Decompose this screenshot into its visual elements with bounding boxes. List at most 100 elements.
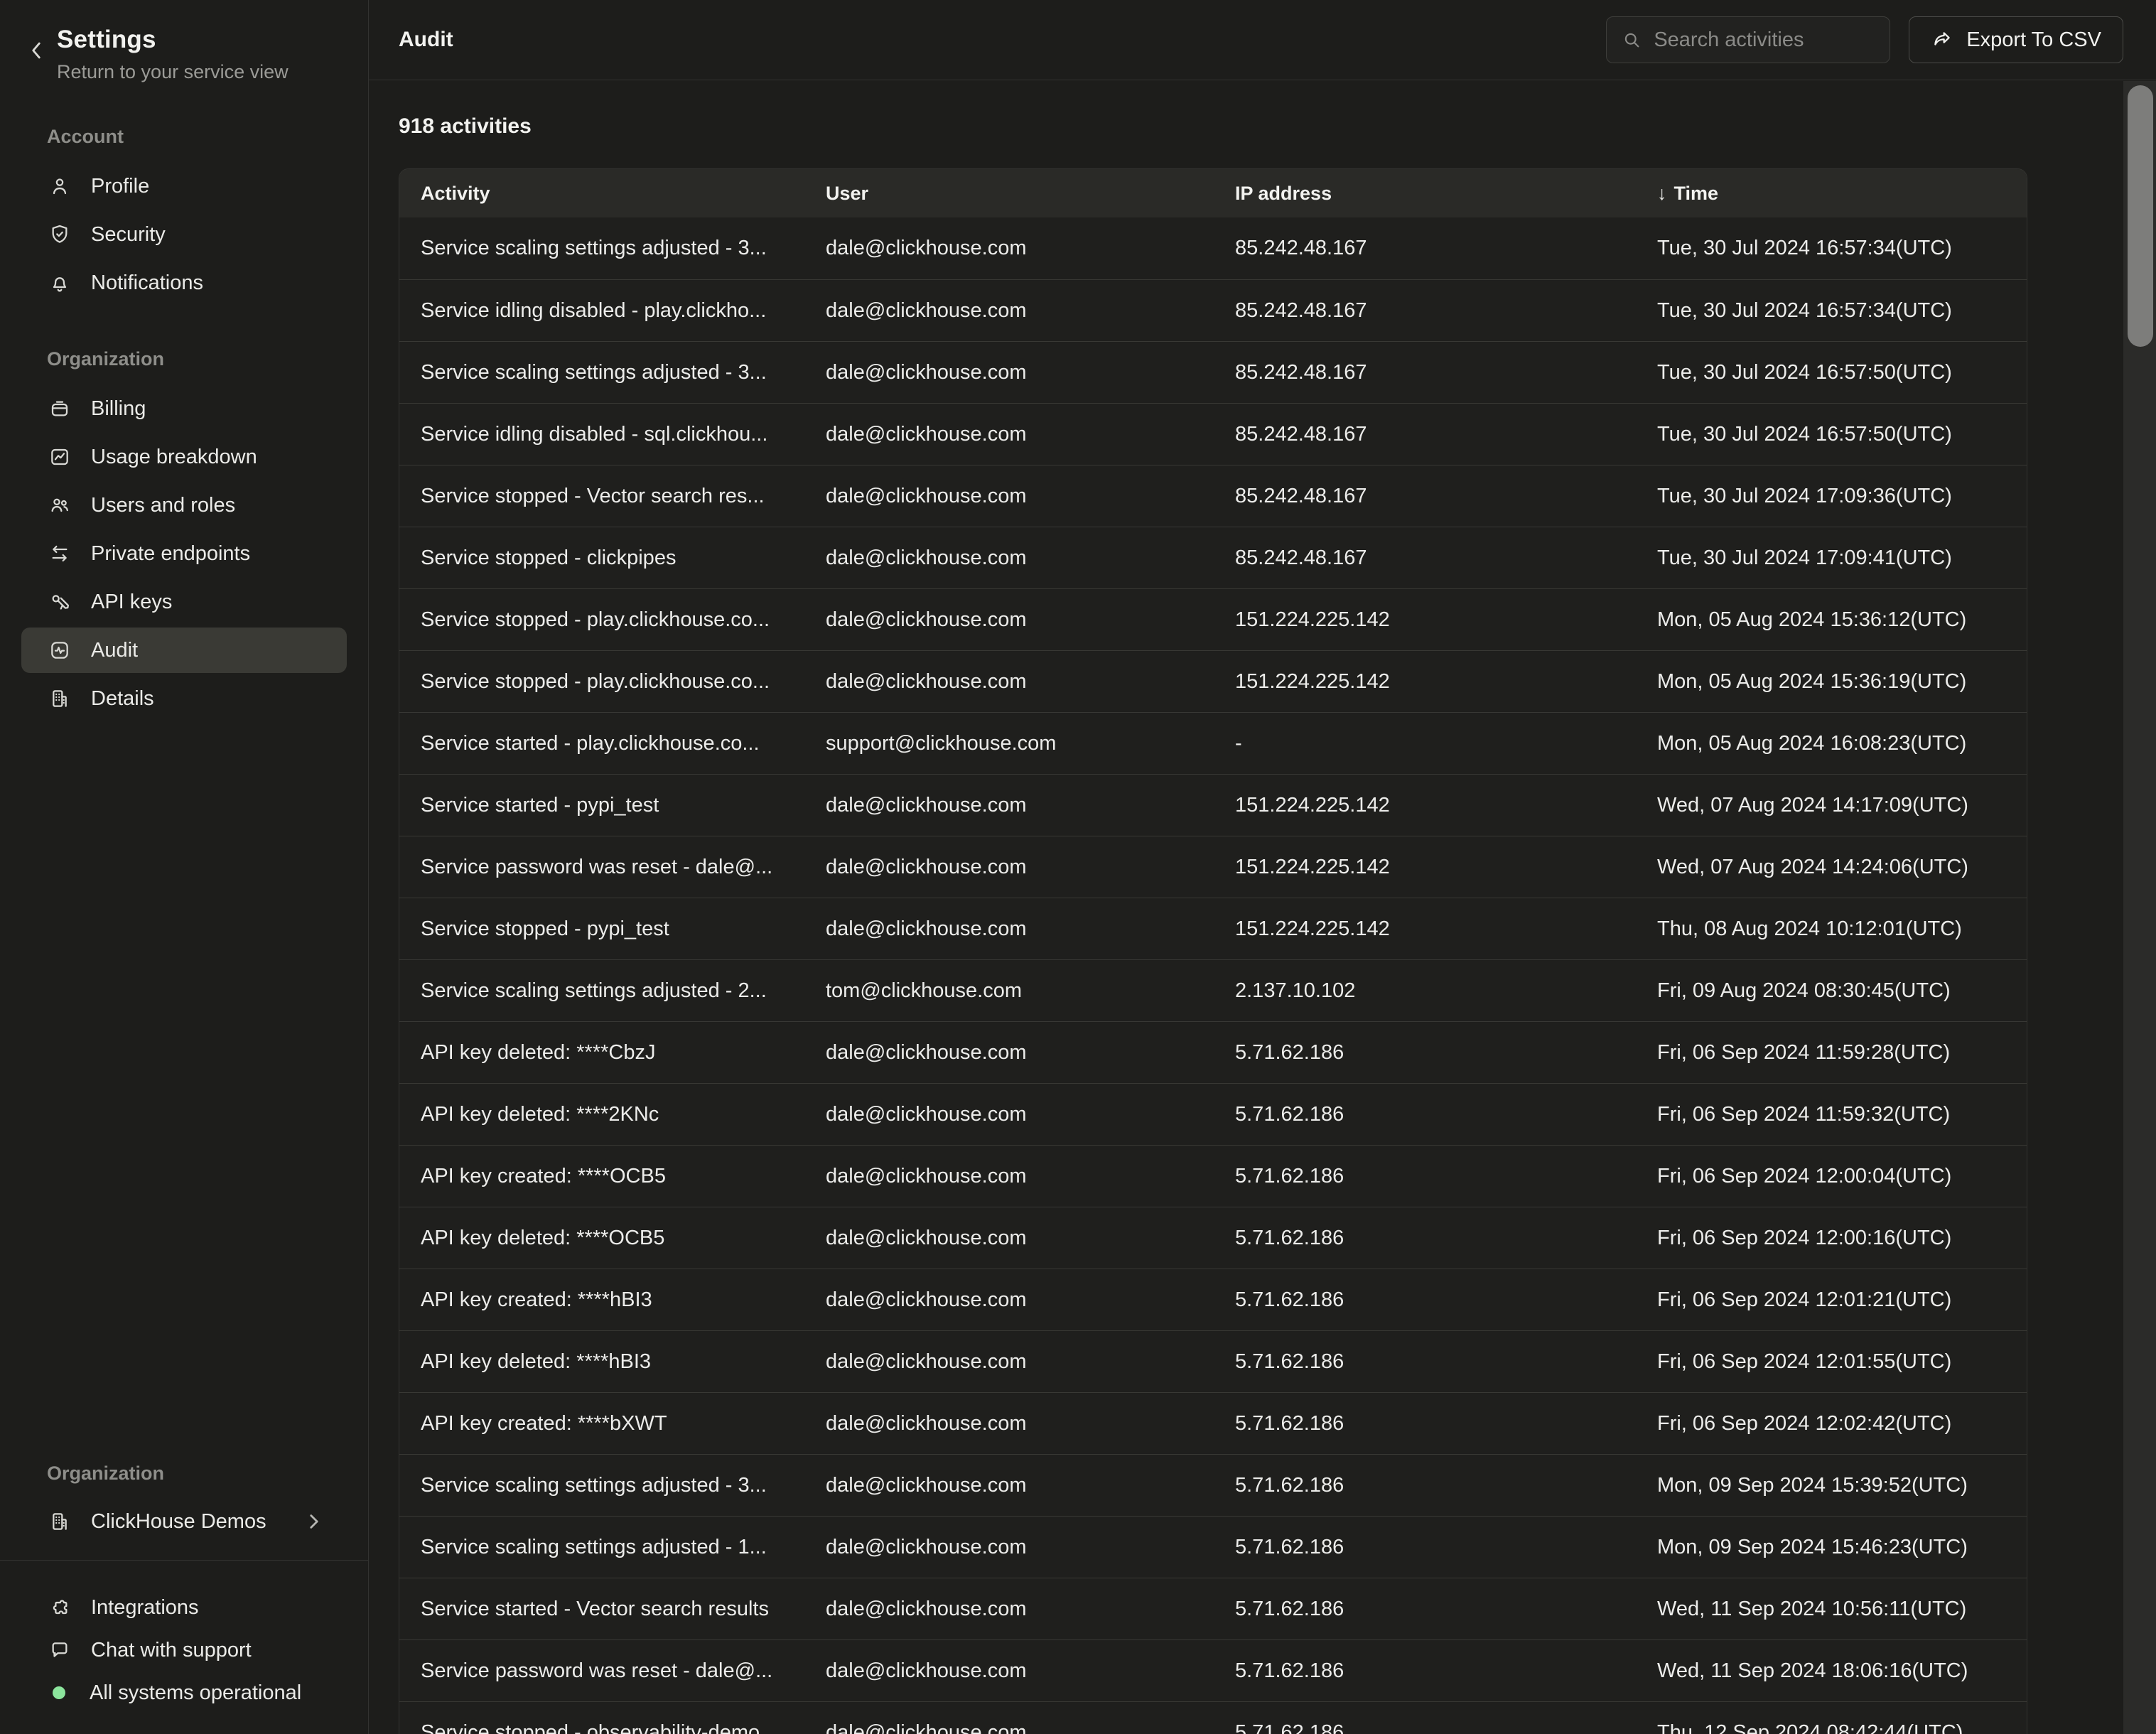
table-row: Service scaling settings adjusted - 2...… — [399, 959, 2027, 1021]
status-label: All systems operational — [90, 1681, 301, 1705]
table-row: API key created: ****OCB5 dale@clickhous… — [399, 1145, 2027, 1207]
cell-ip: 85.242.48.167 — [1214, 342, 1636, 403]
organization-switcher[interactable]: ClickHouse Demos — [21, 1499, 347, 1544]
cell-user: dale@clickhouse.com — [804, 1207, 1214, 1269]
table-row: Service started - pypi_test dale@clickho… — [399, 774, 2027, 836]
cell-ip: 5.71.62.186 — [1214, 1393, 1636, 1454]
cell-user: dale@clickhouse.com — [804, 1702, 1214, 1734]
sidebar-header: Settings Return to your service view — [0, 26, 368, 83]
table-body: Service scaling settings adjusted - 3...… — [399, 217, 2027, 1734]
shield-check-icon — [48, 223, 71, 246]
cell-time: Mon, 05 Aug 2024 15:36:19(UTC) — [1636, 651, 2027, 712]
sidebar-item-label: API keys — [91, 591, 172, 614]
cell-activity: Service scaling settings adjusted - 1... — [399, 1517, 804, 1578]
cell-ip: 151.224.225.142 — [1214, 836, 1636, 898]
system-status-link[interactable]: All systems operational — [21, 1671, 347, 1714]
table-row: Service scaling settings adjusted - 3...… — [399, 1454, 2027, 1516]
table-row: API key deleted: ****OCB5 dale@clickhous… — [399, 1207, 2027, 1269]
cell-user: dale@clickhouse.com — [804, 651, 1214, 712]
table-row: Service stopped - clickpipes dale@clickh… — [399, 527, 2027, 588]
table-row: Service stopped - play.clickhouse.co... … — [399, 588, 2027, 650]
cell-time: Wed, 07 Aug 2024 14:17:09(UTC) — [1636, 775, 2027, 836]
table-row: Service stopped - play.clickhouse.co... … — [399, 650, 2027, 712]
table-header-row: Activity User IP address ↓ Time — [399, 169, 2027, 217]
table-row: Service idling disabled - sql.clickhou..… — [399, 403, 2027, 465]
cell-activity: API key created: ****bXWT — [399, 1393, 804, 1454]
cell-time: Tue, 30 Jul 2024 17:09:36(UTC) — [1636, 465, 2027, 527]
cell-activity: Service scaling settings adjusted - 3... — [399, 217, 804, 279]
cell-user: dale@clickhouse.com — [804, 1146, 1214, 1207]
sidebar-item-label: Chat with support — [91, 1639, 252, 1662]
user-icon — [48, 175, 71, 198]
section-label-account: Account — [47, 126, 368, 148]
export-csv-button[interactable]: Export To CSV — [1909, 16, 2123, 63]
page-header: Audit Export To CSV — [369, 0, 2156, 80]
cell-activity: API key created: ****OCB5 — [399, 1146, 804, 1207]
sidebar-item-details[interactable]: Details — [21, 676, 347, 721]
cell-user: dale@clickhouse.com — [804, 1331, 1214, 1392]
table-row: Service idling disabled - play.clickho..… — [399, 279, 2027, 341]
sidebar-item-profile[interactable]: Profile — [21, 163, 347, 209]
audit-table: Activity User IP address ↓ Time Service … — [399, 168, 2027, 1734]
sidebar-item-chat-support[interactable]: Chat with support — [21, 1629, 347, 1671]
cell-user: dale@clickhouse.com — [804, 280, 1214, 341]
column-header-user: User — [804, 169, 1214, 217]
cell-activity: Service scaling settings adjusted - 3... — [399, 1455, 804, 1516]
cell-activity: API key deleted: ****OCB5 — [399, 1207, 804, 1269]
table-row: API key deleted: ****2KNc dale@clickhous… — [399, 1083, 2027, 1145]
cell-activity: API key deleted: ****hBI3 — [399, 1331, 804, 1392]
cell-time: Fri, 06 Sep 2024 12:00:04(UTC) — [1636, 1146, 2027, 1207]
sidebar-item-label: Usage breakdown — [91, 446, 257, 469]
cell-ip: 151.224.225.142 — [1214, 651, 1636, 712]
cell-time: Mon, 09 Sep 2024 15:46:23(UTC) — [1636, 1517, 2027, 1578]
cell-ip: 5.71.62.186 — [1214, 1331, 1636, 1392]
cell-ip: 151.224.225.142 — [1214, 898, 1636, 959]
table-row: Service password was reset - dale@... da… — [399, 1639, 2027, 1701]
sidebar-item-billing[interactable]: Billing — [21, 386, 347, 431]
sidebar-item-audit[interactable]: Audit — [21, 628, 347, 673]
search-input[interactable] — [1654, 28, 1875, 52]
table-row: Service password was reset - dale@... da… — [399, 836, 2027, 898]
cell-activity: Service password was reset - dale@... — [399, 1640, 804, 1701]
cell-user: dale@clickhouse.com — [804, 1084, 1214, 1145]
sidebar-item-users-and-roles[interactable]: Users and roles — [21, 483, 347, 528]
cell-ip: 5.71.62.186 — [1214, 1022, 1636, 1083]
column-header-time[interactable]: ↓ Time — [1636, 169, 2027, 217]
cell-user: dale@clickhouse.com — [804, 589, 1214, 650]
cell-ip: 5.71.62.186 — [1214, 1702, 1636, 1734]
sort-desc-arrow-icon: ↓ — [1657, 183, 1667, 205]
vertical-scrollbar-track[interactable] — [2123, 81, 2156, 1734]
wallet-icon — [48, 397, 71, 420]
cell-ip: 5.71.62.186 — [1214, 1517, 1636, 1578]
cell-user: dale@clickhouse.com — [804, 1517, 1214, 1578]
column-header-ip: IP address — [1214, 169, 1636, 217]
cell-time: Mon, 09 Sep 2024 15:39:52(UTC) — [1636, 1455, 2027, 1516]
sidebar-item-label: Users and roles — [91, 494, 235, 517]
table-row: Service stopped - Vector search res... d… — [399, 465, 2027, 527]
cell-time: Mon, 05 Aug 2024 15:36:12(UTC) — [1636, 589, 2027, 650]
sidebar-item-api-keys[interactable]: API keys — [21, 579, 347, 625]
cell-ip: 2.137.10.102 — [1214, 960, 1636, 1021]
cell-ip: 85.242.48.167 — [1214, 465, 1636, 527]
chat-bubble-icon — [48, 1639, 71, 1662]
table-row: Service scaling settings adjusted - 1...… — [399, 1516, 2027, 1578]
sidebar-item-notifications[interactable]: Notifications — [21, 260, 347, 306]
back-chevron-icon[interactable] — [27, 38, 45, 63]
sidebar-item-integrations[interactable]: Integrations — [21, 1586, 347, 1629]
cell-activity: Service started - pypi_test — [399, 775, 804, 836]
cell-user: dale@clickhouse.com — [804, 898, 1214, 959]
cell-activity: Service idling disabled - sql.clickhou..… — [399, 404, 804, 465]
sidebar-item-usage-breakdown[interactable]: Usage breakdown — [21, 434, 347, 480]
cell-user: dale@clickhouse.com — [804, 1022, 1214, 1083]
cell-activity: Service stopped - play.clickhouse.co... — [399, 589, 804, 650]
sidebar-item-security[interactable]: Security — [21, 212, 347, 257]
cell-ip: 5.71.62.186 — [1214, 1269, 1636, 1330]
sidebar-item-label: Audit — [91, 639, 138, 662]
cell-activity: Service scaling settings adjusted - 3... — [399, 342, 804, 403]
cell-ip: - — [1214, 713, 1636, 774]
vertical-scrollbar-thumb[interactable] — [2128, 85, 2153, 347]
cell-time: Fri, 09 Aug 2024 08:30:45(UTC) — [1636, 960, 2027, 1021]
sidebar-item-private-endpoints[interactable]: Private endpoints — [21, 531, 347, 576]
cell-ip: 5.71.62.186 — [1214, 1578, 1636, 1639]
cell-time: Wed, 07 Aug 2024 14:24:06(UTC) — [1636, 836, 2027, 898]
